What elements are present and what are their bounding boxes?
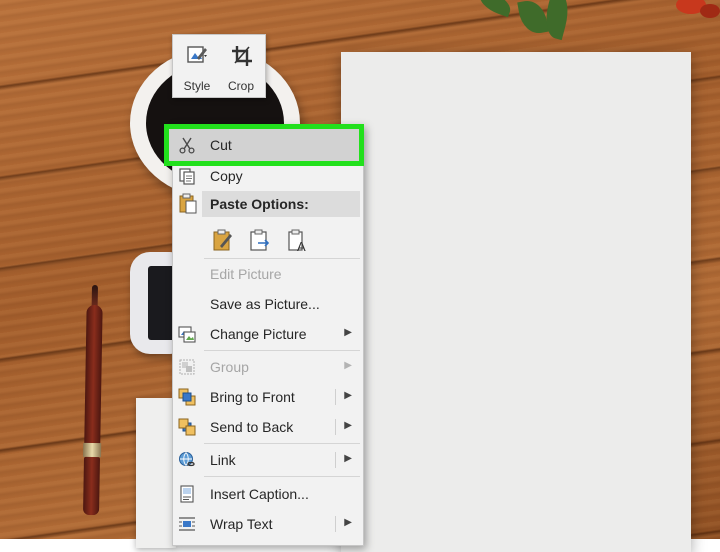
menu-item-insert-caption[interactable]: Insert Caption...: [172, 480, 362, 508]
menu-divider: [204, 350, 360, 351]
small-paper-sheet: [136, 398, 176, 548]
menu-item-send-to-back[interactable]: Send to Back ▶: [172, 413, 362, 441]
svg-text:A: A: [297, 239, 306, 252]
submenu-separator: [335, 516, 336, 532]
style-label: Style: [183, 79, 211, 93]
paste-picture-icon[interactable]: [249, 228, 271, 252]
change-picture-icon: [178, 326, 196, 343]
menu-item-bring-to-front[interactable]: Bring to Front ▶: [172, 383, 362, 411]
submenu-separator: [335, 419, 336, 435]
change-picture-label: Change Picture: [210, 326, 307, 342]
submenu-separator: [335, 389, 336, 405]
chevron-right-icon: ▶: [344, 360, 352, 371]
paste-keep-formatting-icon[interactable]: [212, 228, 234, 252]
wrap-text-icon: [179, 517, 195, 531]
group-icon: [179, 359, 195, 375]
blank-paper-sheet: [341, 52, 691, 552]
cut-highlight-box: [164, 124, 364, 166]
group-label: Group: [210, 359, 249, 375]
style-button[interactable]: Style: [175, 35, 219, 97]
crop-label: Crop: [227, 79, 254, 93]
menu-item-link[interactable]: Link ▶: [172, 446, 362, 474]
crop-button[interactable]: Crop: [219, 35, 263, 97]
paste-options-label: Paste Options:: [210, 196, 309, 212]
menu-item-save-as-picture[interactable]: Save as Picture...: [172, 290, 362, 318]
submenu-separator: [335, 452, 336, 468]
chevron-right-icon: ▶: [344, 327, 352, 338]
chevron-right-icon: ▶: [344, 517, 352, 528]
chevron-right-icon: ▶: [344, 453, 352, 464]
caption-icon: [180, 485, 194, 503]
menu-divider: [204, 476, 360, 477]
wrap-text-label: Wrap Text: [210, 516, 273, 532]
link-icon: [179, 452, 195, 467]
menu-divider: [204, 443, 360, 444]
paste-options-header: Paste Options:: [202, 191, 360, 217]
chevron-right-icon: ▶: [344, 390, 352, 401]
style-icon: [187, 46, 207, 63]
clipboard-icon: [179, 193, 197, 214]
bring-to-front-label: Bring to Front: [210, 389, 295, 405]
insert-caption-label: Insert Caption...: [210, 486, 309, 502]
menu-item-change-picture[interactable]: Change Picture ▶: [172, 320, 362, 348]
menu-item-copy[interactable]: Copy: [172, 162, 362, 190]
mini-toolbar: Style Crop: [172, 34, 266, 98]
paste-text-only-icon[interactable]: A: [287, 228, 309, 252]
copy-icon: [179, 168, 195, 185]
menu-item-group[interactable]: Group ▶: [172, 353, 362, 381]
link-label: Link: [210, 452, 236, 468]
crop-icon: [232, 46, 252, 66]
chevron-right-icon: ▶: [344, 420, 352, 431]
send-to-back-icon: [178, 418, 196, 436]
copy-label: Copy: [210, 168, 243, 184]
menu-item-edit-picture[interactable]: Edit Picture: [172, 260, 362, 288]
bring-to-front-icon: [178, 388, 196, 406]
save-as-picture-label: Save as Picture...: [210, 296, 320, 312]
edit-picture-label: Edit Picture: [210, 266, 282, 282]
send-to-back-label: Send to Back: [210, 419, 294, 435]
menu-divider: [204, 258, 360, 259]
menu-item-wrap-text[interactable]: Wrap Text ▶: [172, 510, 362, 538]
